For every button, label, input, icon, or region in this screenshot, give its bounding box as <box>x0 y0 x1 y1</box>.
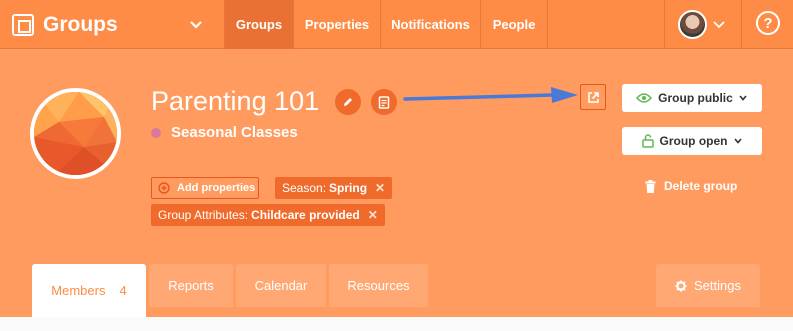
note-icon <box>378 95 390 109</box>
groups-logo-icon <box>12 14 34 36</box>
tab-label: Calendar <box>254 278 308 293</box>
property-tag: Season: Spring ✕ <box>275 177 393 199</box>
group-type-label: Seasonal Classes <box>171 124 298 141</box>
tag-value: Childcare provided <box>251 208 360 222</box>
page-title: Parenting 101 <box>151 86 320 116</box>
brand-name: Groups <box>43 13 118 36</box>
tag-key: Group Attributes: <box>158 208 249 222</box>
edit-title-button[interactable] <box>335 89 361 115</box>
content-area <box>0 317 793 331</box>
nav-item-properties[interactable]: Properties <box>294 0 380 49</box>
group-type: Seasonal Classes <box>151 124 298 141</box>
property-tag: Group Attributes: Childcare provided ✕ <box>151 204 385 226</box>
edit-description-button[interactable] <box>371 89 397 115</box>
nav-item-notifications[interactable]: Notifications <box>381 0 480 49</box>
group-status-dropdown[interactable]: Group open <box>622 127 762 155</box>
group-avatar-image <box>34 92 117 175</box>
trash-icon <box>645 179 656 193</box>
add-properties-button[interactable]: Add properties <box>151 177 259 199</box>
add-properties-label: Add properties <box>177 182 256 194</box>
chevron-down-icon <box>733 138 742 144</box>
nav-divider <box>741 0 742 49</box>
remove-tag-icon[interactable]: ✕ <box>368 208 378 222</box>
nav-item-label: Groups <box>235 17 283 32</box>
group-visibility-dropdown[interactable]: Group public <box>622 84 762 112</box>
unlock-icon <box>641 134 654 148</box>
tab-label: Reports <box>168 278 214 293</box>
nav-divider <box>547 0 548 49</box>
nav-item-people[interactable]: People <box>481 0 547 49</box>
tab-members[interactable]: Members 4 <box>32 264 146 317</box>
external-link-icon <box>587 91 599 103</box>
tag-value: Spring <box>329 181 368 195</box>
tab-label: Resources <box>347 278 410 293</box>
avatar <box>678 10 707 39</box>
delete-group-button[interactable]: Delete group <box>645 179 737 193</box>
help-icon[interactable]: ? <box>756 11 780 35</box>
tab-label: Members <box>51 283 106 298</box>
nav-item-label: Properties <box>304 17 370 32</box>
tab-label: Settings <box>694 278 741 293</box>
user-menu[interactable] <box>665 0 741 49</box>
tab-settings[interactable]: Settings <box>656 264 760 307</box>
tab-calendar[interactable]: Calendar <box>236 264 326 307</box>
tab-resources[interactable]: Resources <box>329 264 428 307</box>
group-avatar <box>30 88 121 179</box>
chevron-down-icon[interactable] <box>188 14 204 34</box>
open-external-button[interactable] <box>580 84 606 110</box>
nav-item-label: Notifications <box>391 17 470 32</box>
tag-key: Season: <box>282 181 327 195</box>
remove-tag-icon[interactable]: ✕ <box>375 181 385 195</box>
nav-item-groups[interactable]: Groups <box>225 0 293 49</box>
status-label: Group open <box>659 134 728 148</box>
eye-icon <box>636 93 653 103</box>
delete-label: Delete group <box>664 179 738 193</box>
top-navigation-bar: Groups Groups Properties Notifications P… <box>0 0 793 49</box>
pencil-icon <box>344 98 352 106</box>
tab-reports[interactable]: Reports <box>149 264 233 307</box>
help-label: ? <box>763 14 773 32</box>
chevron-down-icon <box>739 95 747 101</box>
nav-item-label: People <box>492 17 536 32</box>
members-count-badge: 4 <box>119 283 127 298</box>
group-type-color-dot <box>151 127 161 138</box>
brand-logo[interactable]: Groups <box>12 10 118 40</box>
chevron-down-icon <box>713 21 725 29</box>
visibility-label: Group public <box>658 91 733 105</box>
add-circle-icon <box>158 182 170 194</box>
annotation-arrow-icon <box>403 87 578 103</box>
gear-icon <box>675 280 687 291</box>
